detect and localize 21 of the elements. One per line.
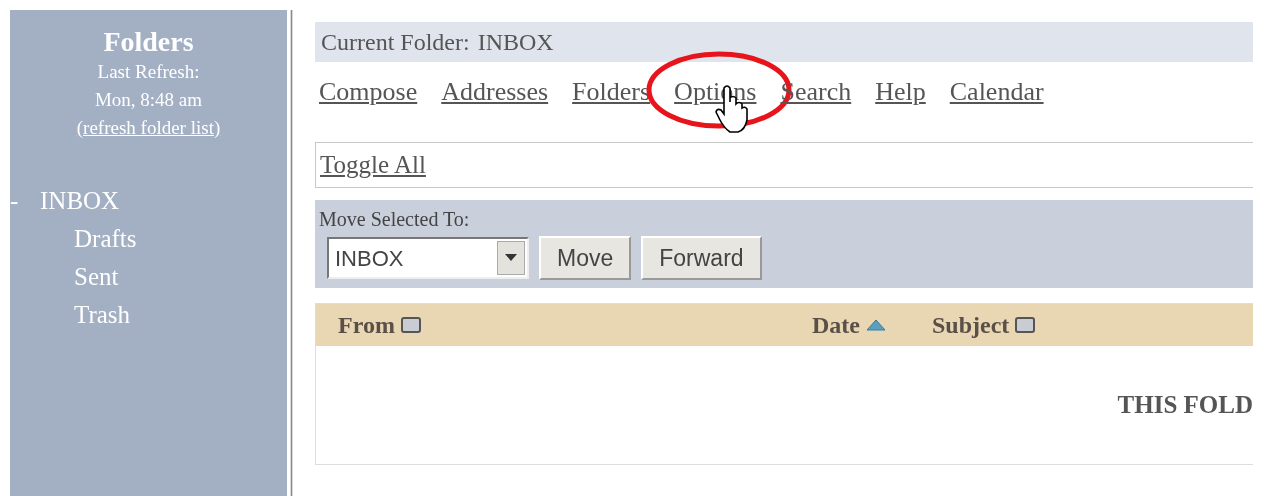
nav-link[interactable]: Calendar [949,77,1044,106]
folder-select[interactable]: INBOX [327,237,529,279]
action-button[interactable]: Move [539,236,632,280]
nav-link[interactable]: Help [875,77,926,106]
current-folder-name: INBOX [477,28,554,57]
toggle-all-link[interactable]: Toggle All [320,146,426,184]
column-header[interactable]: Date [812,307,860,343]
sort-ascending-icon[interactable] [866,319,886,331]
column-header[interactable]: From [338,307,395,343]
nav-link[interactable]: Compose [319,77,418,106]
sort-toggle-icon[interactable] [1015,317,1036,333]
sidebar-title: Folders [102,26,195,58]
nav-link[interactable]: Addresses [441,77,549,106]
refresh-label: Last Refresh: [96,60,201,84]
current-folder-label: Current Folder: [321,28,470,57]
action-button[interactable]: Forward [641,236,762,280]
column-header[interactable]: Subject [932,307,1010,343]
move-label: Move Selected To: [319,207,471,232]
sort-toggle-icon[interactable] [400,317,421,333]
empty-folder-message: THIS FOLD [1117,390,1253,421]
refresh-time: Mon, 8:48 am [93,88,204,112]
